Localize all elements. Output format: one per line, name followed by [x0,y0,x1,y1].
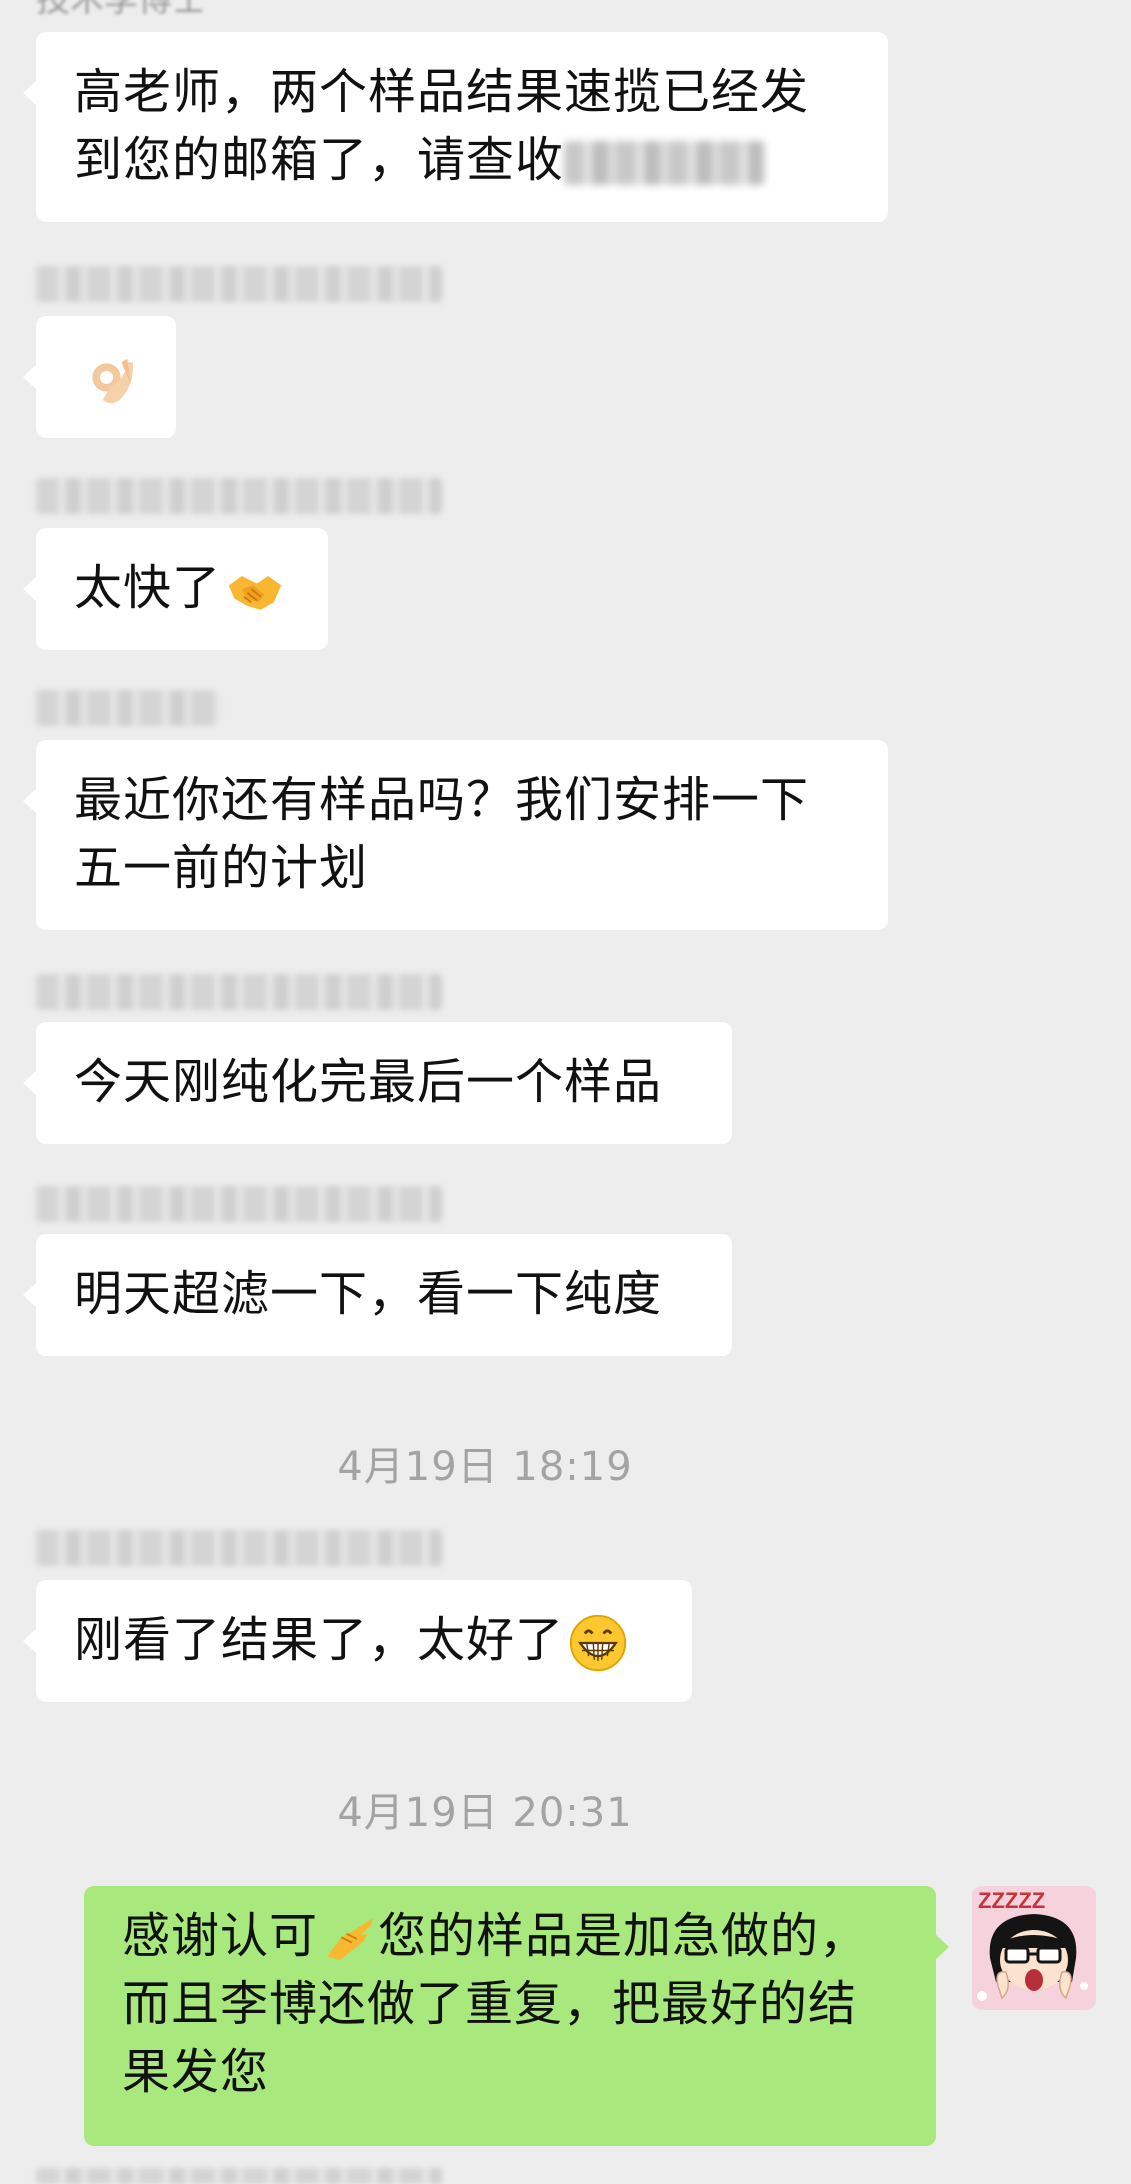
sender-name-blurred [36,974,442,1010]
message-bubble-outgoing[interactable]: 感谢认可 您的样品是加急做的，而且李博还做了重复，把最好的结果发您 [84,1886,949,2146]
sender-name-blurred [36,1530,442,1566]
message-bubble[interactable]: 明天超滤一下，看一下纯度 [23,1234,732,1356]
message-text: 明天超滤一下，看一下纯度 [74,1266,663,1322]
sender-name-blurred [36,690,220,726]
avatar-label: ZZZZZ [978,1888,1045,1913]
message-text: 感谢认可 [122,1908,319,1964]
message-text: 最近你还有样品吗？我们安排一下五一前的计划 [74,772,810,896]
timestamp: 4月19日 18:19 [337,1444,633,1490]
sender-name-blurred: 技术李博士 [36,0,206,20]
message-text: 刚看了结果了，太好了 [74,1612,565,1668]
message-bubble[interactable]: 太快了 [23,528,328,650]
sender-name-blurred [36,2168,442,2184]
redacted-text [564,141,765,185]
message-bubble[interactable]: 最近你还有样品吗？我们安排一下五一前的计划 [23,740,888,930]
avatar[interactable]: ZZZZZ [972,1886,1096,2010]
handshake-emoji [228,576,282,610]
message-bubble[interactable]: 高老师，两个样品结果速揽已经发到您的邮箱了，请查收 [23,32,888,222]
sender-name-blurred [36,478,442,514]
grinning-face-emoji [569,1614,627,1672]
raised-hand-emoji [327,1918,373,1960]
message-text: 太快了 [74,560,222,616]
message-bubble[interactable] [23,316,176,438]
sender-name-blurred [36,1186,442,1222]
sender-name-blurred [36,266,442,302]
message-bubble[interactable]: 刚看了结果了，太好了 [23,1580,692,1702]
timestamp: 4月19日 20:31 [337,1790,633,1836]
message-text: 今天刚纯化完最后一个样品 [74,1054,663,1110]
ok-hand-emoji [92,358,133,404]
message-bubble[interactable]: 今天刚纯化完最后一个样品 [23,1022,732,1144]
cartoon-girl-avatar: ZZZZZ [972,1886,1096,2010]
